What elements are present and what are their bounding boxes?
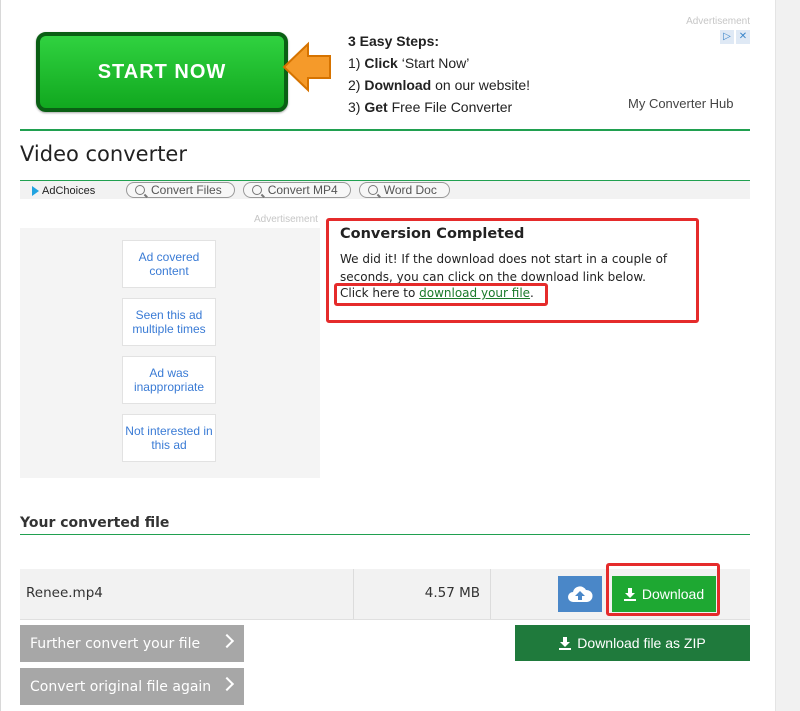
page: Advertisement ▷ ✕ START NOW 3 Easy Steps… — [0, 0, 800, 711]
window-border — [0, 0, 1, 711]
column-divider — [353, 569, 354, 619]
step-3: 3) Get Free File Converter — [348, 99, 513, 115]
step-1: 1) Click ‘Start Now’ — [348, 55, 470, 71]
feedback-seen-multiple-times[interactable]: Seen this ad multiple times — [122, 298, 216, 346]
highlight-download-link — [334, 283, 548, 306]
arrow-left-icon — [282, 41, 331, 93]
vertical-scrollbar[interactable] — [775, 0, 800, 711]
convert-again-button[interactable]: Convert original file again — [20, 668, 244, 705]
file-size: 4.57 MB — [424, 585, 480, 601]
ad-choices-bar: AdChoices Convert Files Convert MP4 Word… — [20, 181, 750, 199]
further-convert-button[interactable]: Further convert your file — [20, 625, 244, 662]
file-name: Renee.mp4 — [26, 585, 103, 601]
close-ad-icon[interactable]: ✕ — [736, 30, 750, 44]
search-icon — [367, 185, 378, 195]
ad-chip-list: Convert Files Convert MP4 Word Doc — [126, 182, 450, 198]
conversion-message: We did it! If the download does not star… — [340, 252, 668, 284]
steps-title: 3 Easy Steps: — [348, 33, 440, 49]
ad-chip-convert-mp4[interactable]: Convert MP4 — [242, 182, 351, 198]
start-now-button[interactable]: START NOW — [36, 32, 288, 112]
section-title: Your converted file — [20, 515, 170, 531]
chevron-right-icon — [219, 676, 235, 692]
advertisement-label: Advertisement — [254, 214, 318, 225]
ad-chip-word-doc[interactable]: Word Doc — [358, 182, 450, 198]
ad-steps: 3 Easy Steps: 1) Click ‘Start Now’ 2) Do… — [348, 30, 530, 118]
adchoices-link[interactable]: AdChoices — [32, 185, 95, 197]
advertiser-name[interactable]: My Converter Hub — [628, 96, 733, 111]
advertisement-label: Advertisement — [686, 16, 750, 27]
ad-controls[interactable]: ▷ ✕ — [720, 30, 750, 44]
feedback-inappropriate[interactable]: Ad was inappropriate — [122, 356, 216, 404]
page-title: Video converter — [20, 142, 187, 166]
highlight-download-button — [606, 563, 720, 616]
adchoices-icon[interactable]: ▷ — [720, 30, 734, 44]
adchoices-icon — [32, 186, 39, 196]
chevron-right-icon — [219, 633, 235, 649]
feedback-ad-covered-content[interactable]: Ad covered content — [122, 240, 216, 288]
adchoices-label: AdChoices — [42, 185, 96, 197]
ad-feedback-panel: Ad covered content Seen this ad multiple… — [20, 228, 320, 478]
divider — [20, 534, 750, 535]
step-2: 2) Download on our website! — [348, 77, 531, 93]
ad-chip-convert-files[interactable]: Convert Files — [126, 182, 235, 198]
divider — [20, 129, 750, 131]
download-zip-button[interactable]: Download file as ZIP — [515, 625, 750, 661]
feedback-not-interested[interactable]: Not interested in this ad — [122, 414, 216, 462]
top-advertisement[interactable]: Advertisement ▷ ✕ START NOW 3 Easy Steps… — [20, 14, 750, 126]
search-icon — [251, 185, 262, 195]
column-divider — [490, 569, 491, 619]
cloud-upload-icon — [568, 586, 593, 602]
search-icon — [135, 185, 145, 195]
upload-cloud-button[interactable] — [558, 576, 602, 612]
download-icon — [559, 636, 572, 650]
conversion-title: Conversion Completed — [340, 226, 525, 242]
